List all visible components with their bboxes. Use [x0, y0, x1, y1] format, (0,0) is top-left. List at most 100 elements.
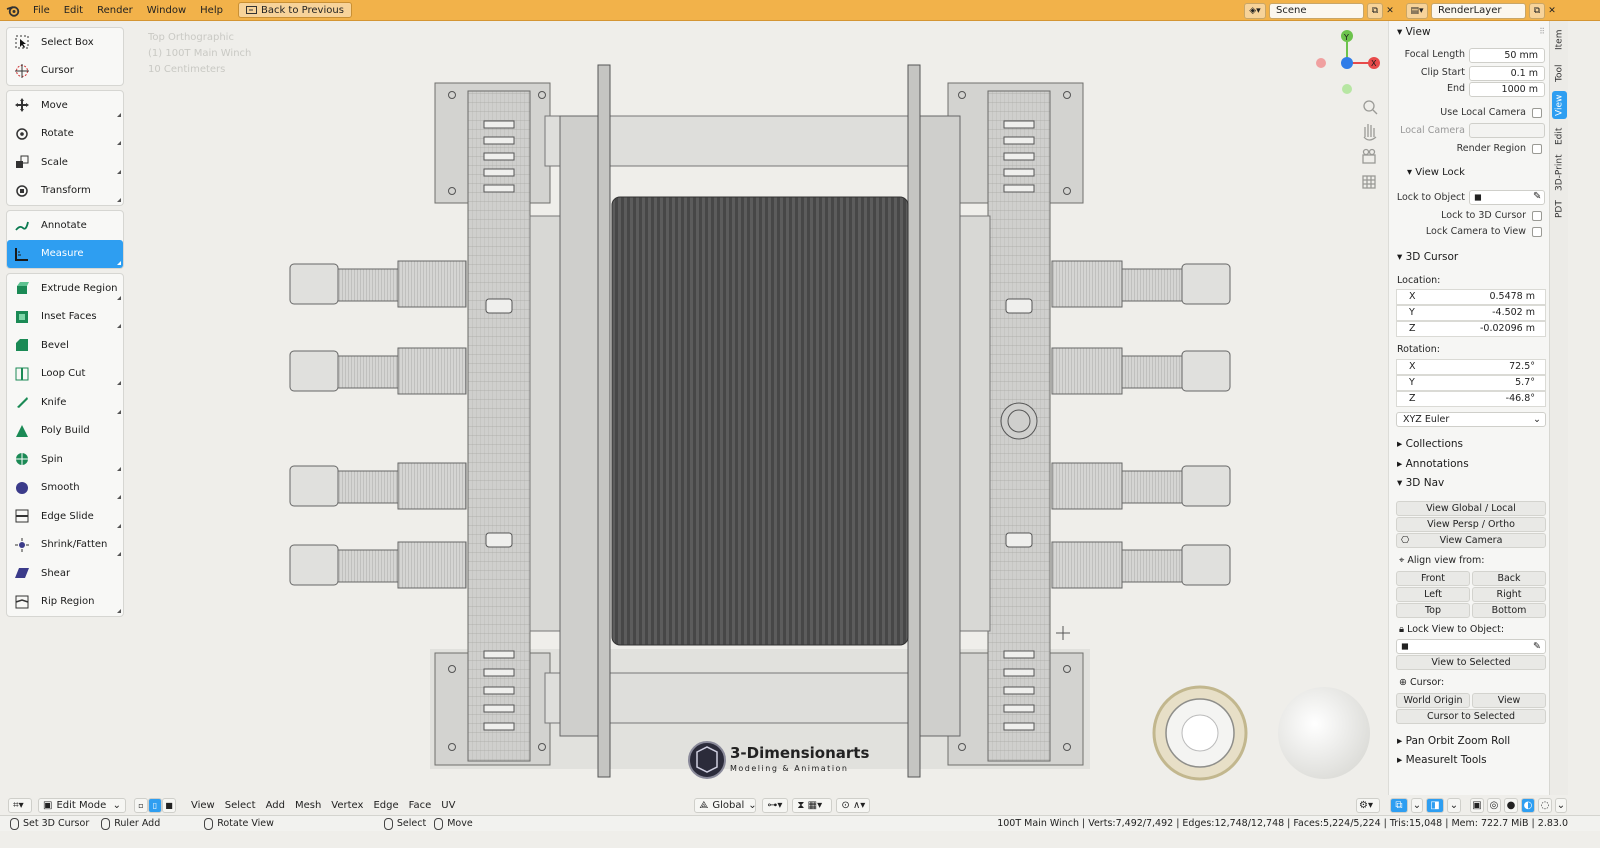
- cursor-to-selected-button[interactable]: Cursor to Selected: [1396, 709, 1546, 724]
- wireframe-shading-icon[interactable]: ◎: [1487, 797, 1501, 813]
- eyedropper-icon[interactable]: ✎: [1533, 191, 1541, 202]
- xray-icon[interactable]: ◨: [1426, 797, 1444, 813]
- align-bottom-button[interactable]: Bottom: [1472, 603, 1546, 618]
- tool-poly-build[interactable]: Poly Build: [7, 417, 123, 446]
- duplicate-scene-icon[interactable]: ⧉: [1367, 2, 1383, 19]
- align-right-button[interactable]: Right: [1472, 587, 1546, 602]
- tool-shear[interactable]: Shear: [7, 559, 123, 588]
- tool-edge-slide[interactable]: Edge Slide: [7, 502, 123, 531]
- menu-edit[interactable]: Edit: [57, 0, 90, 21]
- header-menu-select[interactable]: Select: [220, 800, 261, 811]
- scene-icon[interactable]: ◈▾: [1244, 2, 1266, 19]
- back-to-previous-button[interactable]: Back to Previous: [237, 2, 352, 18]
- view-to-selected-button[interactable]: View to Selected: [1396, 655, 1546, 670]
- clip-start-field[interactable]: 0.1 m: [1469, 66, 1545, 81]
- tool-inset-faces[interactable]: Inset Faces: [7, 303, 123, 332]
- transform-orientation-dropdown[interactable]: ⟁ Global ⌄: [694, 797, 757, 813]
- cursor-view-button[interactable]: View: [1472, 693, 1546, 708]
- 3d-nav-header[interactable]: ▾ 3D Nav: [1397, 477, 1444, 489]
- clip-end-field[interactable]: 1000 m: [1469, 82, 1545, 97]
- duplicate-layer-icon[interactable]: ⧉: [1529, 2, 1545, 19]
- solid-shading-icon[interactable]: ●: [1504, 797, 1518, 813]
- location-y-field[interactable]: Y -4.502 m: [1396, 305, 1546, 321]
- zoom-icon[interactable]: [1363, 100, 1378, 115]
- align-front-button[interactable]: Front: [1396, 571, 1470, 586]
- toggle-xray-icon[interactable]: ▣: [1470, 797, 1484, 813]
- focal-length-field[interactable]: 50 mm: [1469, 48, 1545, 63]
- tool-measure[interactable]: Measure: [7, 239, 123, 268]
- navigation-gizmo[interactable]: Y X: [1316, 30, 1380, 94]
- blender-logo-icon[interactable]: [0, 0, 26, 21]
- view-global-local-button[interactable]: View Global / Local: [1396, 501, 1546, 516]
- hand-pan-icon[interactable]: [1363, 124, 1377, 141]
- location-x-field[interactable]: X 0.5478 m: [1396, 289, 1546, 305]
- rotation-y-field[interactable]: Y 5.7°: [1396, 375, 1546, 391]
- grid-view-icon[interactable]: [1362, 175, 1376, 189]
- tab-pdt[interactable]: PDT: [1552, 197, 1567, 221]
- view-lock-header[interactable]: ▾ View Lock: [1407, 167, 1465, 178]
- proportional-edit-icon[interactable]: ⊙ ∧▾: [836, 797, 871, 813]
- gizmo-toggle-icon[interactable]: ⚙▾: [1356, 797, 1380, 813]
- xray-dropdown-icon[interactable]: ⌄: [1447, 797, 1461, 813]
- tab-tool[interactable]: Tool: [1552, 59, 1567, 87]
- tool-scale[interactable]: Scale: [7, 148, 123, 177]
- align-top-button[interactable]: Top: [1396, 603, 1470, 618]
- 3d-viewport[interactable]: 3-Dimensionarts Modeling & Animation Y X: [0, 21, 1388, 795]
- render-region-checkbox[interactable]: [1532, 144, 1542, 154]
- close-layer-icon[interactable]: ✕: [1545, 3, 1559, 19]
- render-layer-icon[interactable]: ▤▾: [1406, 2, 1428, 19]
- tool-rip-region[interactable]: Rip Region: [7, 588, 123, 617]
- tool-bevel[interactable]: Bevel: [7, 331, 123, 360]
- header-menu-add[interactable]: Add: [261, 800, 290, 811]
- local-camera-field[interactable]: [1469, 123, 1545, 138]
- world-origin-button[interactable]: World Origin: [1396, 693, 1470, 708]
- menu-window[interactable]: Window: [140, 0, 193, 21]
- vertex-select-icon[interactable]: ▫: [134, 797, 148, 813]
- tool-transform[interactable]: Transform: [7, 177, 123, 206]
- tab-edit[interactable]: Edit: [1552, 123, 1567, 149]
- tool-extrude-region[interactable]: Extrude Region: [7, 274, 123, 303]
- material-shading-icon[interactable]: ◐: [1521, 797, 1535, 813]
- tool-loop-cut[interactable]: Loop Cut: [7, 360, 123, 389]
- overlays-dropdown-icon[interactable]: ⌄: [1411, 797, 1423, 813]
- header-menu-mesh[interactable]: Mesh: [290, 800, 326, 811]
- lock-view-object-field[interactable]: ◼ ✎: [1396, 639, 1546, 654]
- camera-view-icon[interactable]: [1362, 148, 1376, 164]
- shading-dropdown-icon[interactable]: ⌄: [1555, 797, 1567, 813]
- header-menu-face[interactable]: Face: [404, 800, 437, 811]
- tool-select-box[interactable]: Select Box: [7, 28, 123, 57]
- rendered-shading-icon[interactable]: ◌: [1538, 797, 1552, 813]
- overlays-icon[interactable]: ⧉: [1390, 797, 1408, 813]
- view-camera-button[interactable]: ⎔ View Camera: [1396, 533, 1546, 548]
- tool-rotate[interactable]: Rotate: [7, 120, 123, 149]
- mode-dropdown[interactable]: ▣ Edit Mode ⌄: [38, 797, 126, 813]
- editor-type-icon[interactable]: ⌗▾: [8, 797, 32, 813]
- edge-select-icon[interactable]: ▯: [148, 797, 162, 813]
- tab-item[interactable]: Item: [1552, 25, 1567, 55]
- collections-header[interactable]: ▸ Collections: [1397, 438, 1463, 450]
- lock-3d-cursor-checkbox[interactable]: [1532, 211, 1542, 221]
- use-local-camera-checkbox[interactable]: [1532, 108, 1542, 118]
- face-select-icon[interactable]: ■: [162, 797, 176, 813]
- menu-help[interactable]: Help: [193, 0, 230, 21]
- annotations-header[interactable]: ▸ Annotations: [1397, 458, 1469, 470]
- render-layer-field[interactable]: RenderLayer: [1431, 2, 1526, 19]
- eyedropper-icon-2[interactable]: ✎: [1533, 640, 1541, 653]
- tool-shrink-fatten[interactable]: Shrink/Fatten: [7, 531, 123, 560]
- rotation-x-field[interactable]: X 72.5°: [1396, 359, 1546, 375]
- tool-knife[interactable]: Knife: [7, 388, 123, 417]
- close-scene-icon[interactable]: ✕: [1383, 3, 1397, 19]
- 3d-cursor-header[interactable]: ▾ 3D Cursor: [1397, 251, 1458, 263]
- drag-handle-icon[interactable]: ⠿: [1539, 27, 1545, 36]
- rotation-mode-dropdown[interactable]: XYZ Euler ⌄: [1396, 412, 1546, 427]
- tool-annotate[interactable]: Annotate: [7, 211, 123, 240]
- menu-render[interactable]: Render: [90, 0, 140, 21]
- view-persp-ortho-button[interactable]: View Persp / Ortho: [1396, 517, 1546, 532]
- header-menu-vertex[interactable]: Vertex: [326, 800, 368, 811]
- header-menu-uv[interactable]: UV: [436, 800, 460, 811]
- rotation-z-field[interactable]: Z -46.8°: [1396, 391, 1546, 407]
- header-menu-view[interactable]: View: [186, 800, 220, 811]
- pan-orbit-header[interactable]: ▸ Pan Orbit Zoom Roll: [1397, 735, 1510, 747]
- tool-spin[interactable]: Spin: [7, 445, 123, 474]
- tool-cursor[interactable]: Cursor: [7, 57, 123, 86]
